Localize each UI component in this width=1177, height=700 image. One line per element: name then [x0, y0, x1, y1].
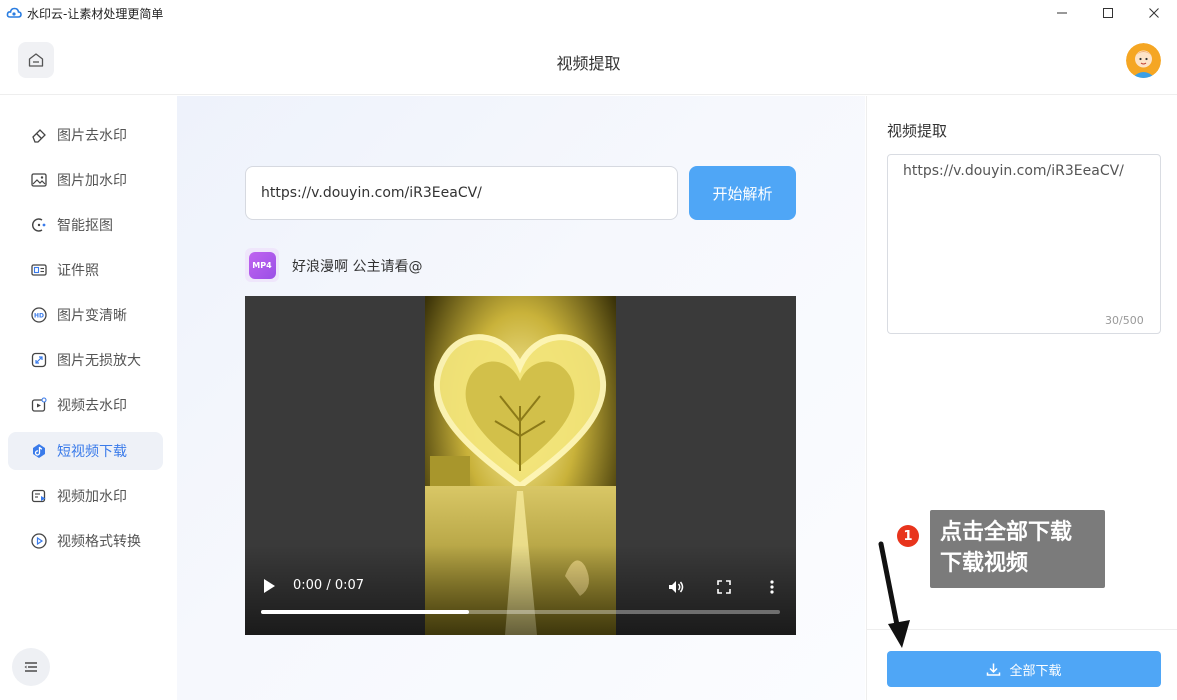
- progress-track[interactable]: [261, 610, 780, 614]
- sidebar-item-short-video-download[interactable]: 短视频下载: [8, 432, 163, 470]
- more-vertical-icon: [770, 580, 774, 594]
- start-parse-button[interactable]: 开始解析: [689, 166, 796, 220]
- svg-text:HD: HD: [34, 313, 44, 320]
- sidebar-item-image-watermark-remove[interactable]: 图片去水印: [8, 116, 163, 154]
- minimize-button[interactable]: [1039, 0, 1085, 26]
- close-icon: [1149, 8, 1159, 18]
- tutorial-step-badge: 1: [897, 525, 919, 547]
- sidebar-item-label: 证件照: [57, 263, 99, 279]
- progress-fill: [261, 610, 469, 614]
- sidebar-item-video-watermark-remove[interactable]: 视频去水印: [8, 386, 163, 424]
- main-panel: 开始解析 MP4 好浪漫啊 公主请看@: [177, 96, 865, 700]
- char-count: 30/500: [1105, 314, 1144, 327]
- avatar-icon: [1126, 43, 1161, 78]
- sidebar-item-video-watermark-add[interactable]: 视频加水印: [8, 477, 163, 515]
- play-icon: [264, 579, 275, 593]
- more-options-button[interactable]: [763, 578, 781, 596]
- close-button[interactable]: [1131, 0, 1177, 26]
- sidebar-item-label: 视频格式转换: [57, 534, 141, 550]
- douyin-icon: [30, 442, 48, 460]
- sidebar: 图片去水印 图片加水印 智能抠图 证件照 HD 图片变清晰 图片无损放大 视频去…: [0, 96, 176, 700]
- download-all-label: 全部下载: [1009, 663, 1062, 679]
- sidebar-item-label: 短视频下载: [57, 444, 127, 460]
- tutorial-arrow-icon: [878, 541, 910, 648]
- sidebar-item-smart-cutout[interactable]: 智能抠图: [8, 206, 163, 244]
- id-card-icon: [30, 261, 48, 279]
- sidebar-item-image-sharpen[interactable]: HD 图片变清晰: [8, 296, 163, 334]
- fullscreen-icon: [717, 580, 731, 594]
- extracted-text-area[interactable]: https://v.douyin.com/iR3EeaCV/: [887, 154, 1161, 334]
- maximize-button[interactable]: [1085, 0, 1131, 26]
- window-controls: [1039, 0, 1177, 26]
- minimize-icon: [1057, 12, 1067, 14]
- window-title: 水印云-让素材处理更简单: [27, 6, 164, 21]
- tutorial-tooltip: 点击全部下载 下载视频: [930, 510, 1105, 588]
- sidebar-item-id-photo[interactable]: 证件照: [8, 251, 163, 289]
- tutorial-line-1: 点击全部下载: [940, 520, 1073, 545]
- sidebar-item-label: 图片加水印: [57, 173, 127, 189]
- maximize-icon: [1103, 8, 1113, 18]
- image-icon: [30, 171, 48, 189]
- hd-icon: HD: [30, 306, 48, 324]
- mp4-file-icon: MP4: [245, 248, 279, 282]
- volume-button[interactable]: [667, 578, 685, 596]
- cloud-logo-icon: [6, 7, 22, 18]
- page-title: 视频提取: [556, 54, 621, 73]
- url-input[interactable]: [245, 166, 678, 220]
- video-add-icon: [30, 487, 48, 505]
- extract-label: 视频提取: [887, 122, 948, 140]
- sidebar-item-label: 智能抠图: [57, 218, 113, 234]
- sidebar-item-label: 视频加水印: [57, 489, 127, 505]
- sidebar-item-label: 图片变清晰: [57, 308, 127, 324]
- cutout-icon: [30, 216, 48, 234]
- title-bar: 水印云-让素材处理更简单: [0, 0, 1177, 26]
- collapse-menu-button[interactable]: [12, 648, 50, 686]
- app-header: 视频提取: [0, 26, 1177, 95]
- sidebar-item-video-format-convert[interactable]: 视频格式转换: [8, 522, 163, 560]
- sidebar-item-image-watermark-add[interactable]: 图片加水印: [8, 161, 163, 199]
- tutorial-line-2: 下载视频: [940, 551, 1029, 576]
- play-button[interactable]: [261, 578, 277, 594]
- video-eraser-icon: [30, 396, 48, 414]
- file-type-badge: MP4: [248, 251, 276, 279]
- sidebar-item-label: 图片无损放大: [57, 353, 141, 369]
- fullscreen-button[interactable]: [715, 578, 733, 596]
- sidebar-item-image-enlarge[interactable]: 图片无损放大: [8, 341, 163, 379]
- sidebar-item-label: 图片去水印: [57, 128, 127, 144]
- eraser-icon: [30, 126, 48, 144]
- volume-icon: [669, 581, 684, 593]
- video-player[interactable]: 0:00 / 0:07: [245, 296, 796, 635]
- sidebar-item-label: 视频去水印: [57, 398, 127, 414]
- video-title: 好浪漫啊 公主请看@: [292, 259, 423, 275]
- enlarge-icon: [30, 351, 48, 369]
- video-convert-icon: [30, 532, 48, 550]
- avatar[interactable]: [1126, 43, 1161, 78]
- download-icon: [987, 663, 1001, 676]
- menu-icon: [24, 662, 37, 672]
- playback-time: 0:00 / 0:07: [293, 578, 365, 593]
- download-all-button[interactable]: 全部下载: [887, 651, 1161, 687]
